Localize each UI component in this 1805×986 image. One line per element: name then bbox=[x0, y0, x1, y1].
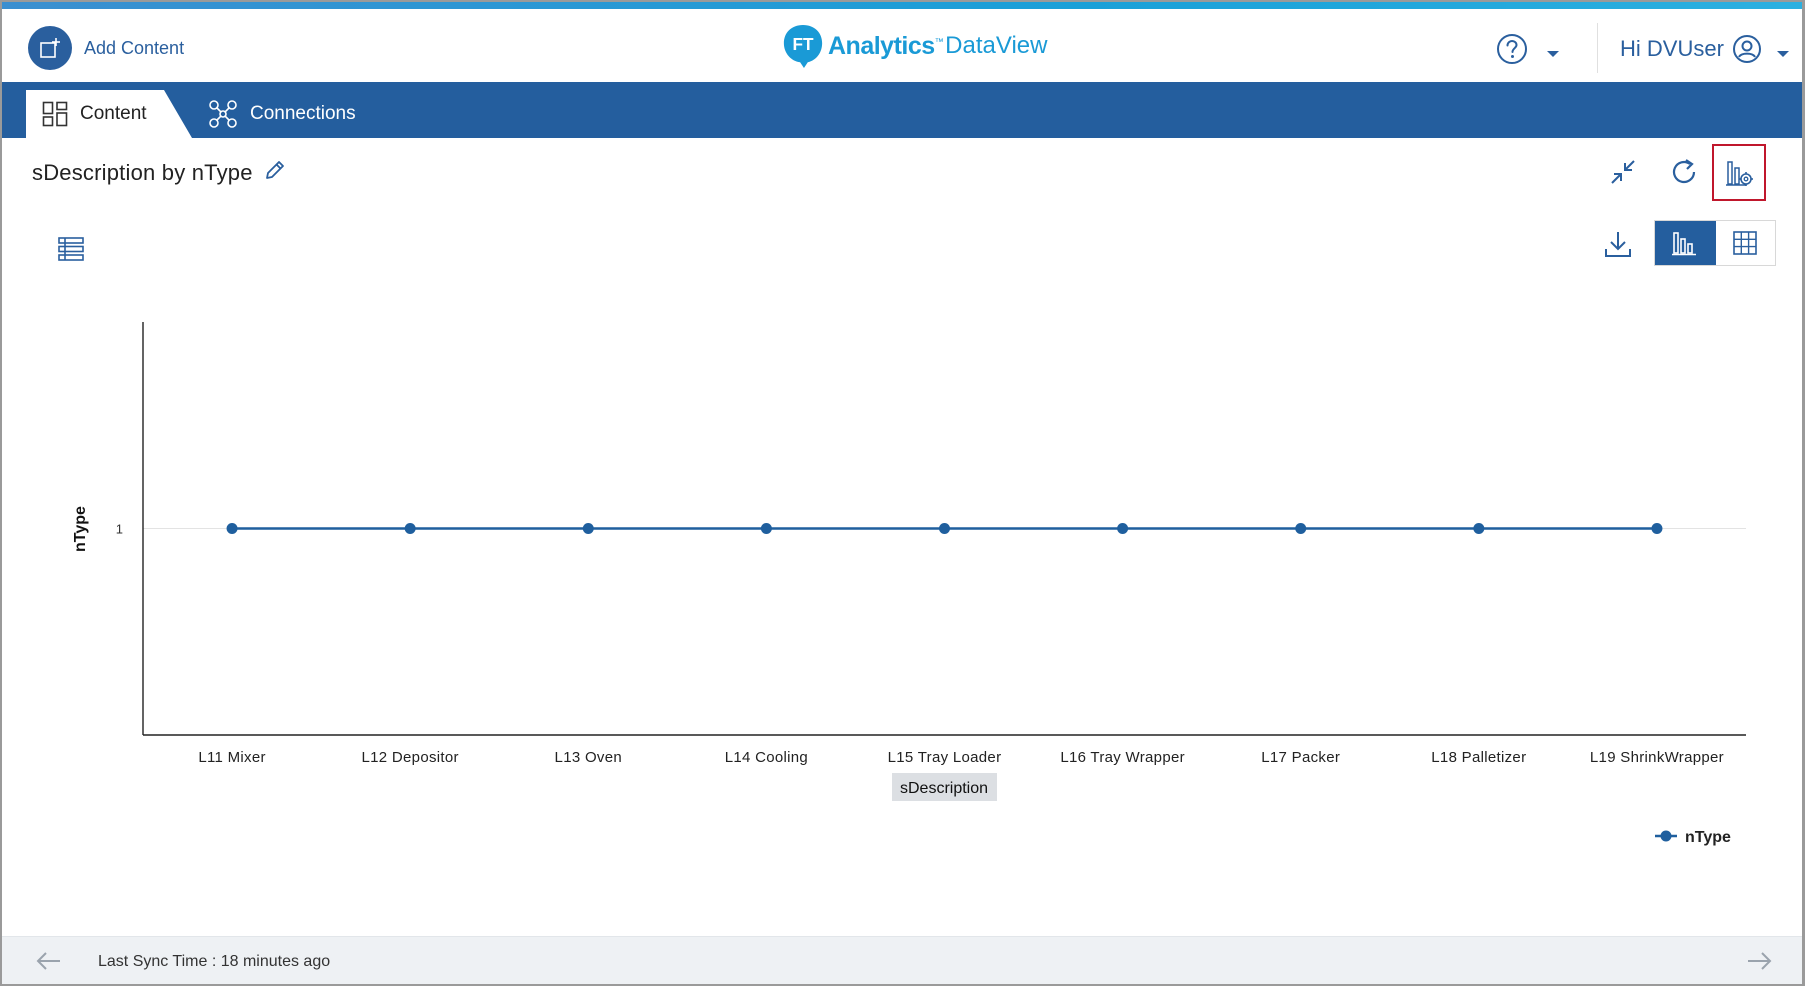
chart-legend[interactable]: nType bbox=[1655, 829, 1731, 846]
data-point bbox=[1117, 523, 1129, 534]
ft-logo-icon: FT bbox=[783, 24, 823, 68]
header-divider bbox=[1597, 23, 1598, 73]
refresh-icon[interactable] bbox=[1666, 154, 1702, 190]
help-chevron-down-icon[interactable] bbox=[1546, 45, 1560, 63]
logo-product: DataView bbox=[945, 32, 1048, 59]
bar-chart-icon bbox=[1672, 232, 1697, 256]
field-list-icon[interactable] bbox=[56, 234, 86, 264]
x-tick-label: L19 ShrinkWrapper bbox=[1590, 749, 1724, 766]
x-tick-label: L12 Depositor bbox=[362, 749, 459, 766]
grid-icon bbox=[1733, 231, 1758, 255]
user-avatar-icon bbox=[1732, 35, 1761, 63]
x-tick-label: L18 Palletizer bbox=[1431, 749, 1526, 766]
tab-connections[interactable]: Connections bbox=[208, 90, 356, 138]
legend-swatch-marker bbox=[1660, 830, 1672, 842]
data-point bbox=[1295, 523, 1307, 534]
app-window: Add Content FT Analytics™ DataView Hi DV… bbox=[0, 0, 1805, 986]
x-tick-label: L11 Mixer bbox=[198, 749, 265, 766]
data-point bbox=[1473, 523, 1485, 534]
top-accent-bar bbox=[2, 2, 1802, 9]
x-tick-label: L14 Cooling bbox=[725, 749, 808, 766]
tab-connections-label: Connections bbox=[250, 103, 356, 124]
user-greeting: Hi DVUser bbox=[1620, 36, 1724, 61]
table-view-button[interactable] bbox=[1715, 221, 1775, 265]
chart-settings-icon bbox=[1726, 160, 1753, 186]
data-point bbox=[404, 523, 416, 534]
x-tick-label: L16 Tray Wrapper bbox=[1060, 749, 1185, 766]
tab-content[interactable]: Content bbox=[26, 90, 192, 138]
app-header: Add Content FT Analytics™ DataView Hi DV… bbox=[2, 9, 1802, 82]
add-content-icon bbox=[28, 26, 72, 70]
footer-bar: Last Sync Time : 18 minutes ago bbox=[2, 936, 1802, 984]
arrow-right-icon[interactable] bbox=[1746, 951, 1772, 976]
ft-analytics-logo: FT Analytics™ DataView bbox=[782, 21, 1047, 71]
collapse-icon[interactable] bbox=[1608, 154, 1638, 190]
user-menu[interactable]: Hi DVUser bbox=[1620, 31, 1762, 67]
page-title: sDescription by nType bbox=[32, 159, 253, 185]
data-point bbox=[582, 523, 594, 534]
x-tick-label: L15 Tray Loader bbox=[888, 749, 1002, 766]
chart-settings-button[interactable] bbox=[1712, 144, 1766, 201]
last-sync-time: Last Sync Time : 18 minutes ago bbox=[98, 953, 331, 970]
x-axis-label: sDescription bbox=[900, 780, 988, 797]
x-tick-label: L13 Oven bbox=[555, 749, 622, 766]
logo-brand: Analytics™ bbox=[828, 31, 944, 60]
x-tick-label: L17 Packer bbox=[1261, 749, 1340, 766]
y-axis-label: nType bbox=[72, 506, 89, 552]
legend-label: nType bbox=[1685, 829, 1731, 846]
chart-view-button[interactable] bbox=[1655, 221, 1716, 265]
logo-mark: FT bbox=[792, 34, 814, 54]
data-point bbox=[939, 523, 950, 534]
add-content-button[interactable]: Add Content bbox=[28, 26, 184, 70]
dashboard-icon bbox=[42, 101, 68, 127]
add-content-label: Add Content bbox=[84, 37, 185, 58]
view-toggle bbox=[1654, 220, 1776, 266]
tab-content-label: Content bbox=[80, 103, 147, 124]
y-tick-label: 1 bbox=[116, 522, 123, 537]
line-chart: nType 1 L11 Mixer L12 Depositor L13 Oven L1… bbox=[72, 322, 1746, 846]
content-title-row: sDescription by nType bbox=[32, 158, 287, 187]
data-point bbox=[760, 523, 772, 534]
connections-icon bbox=[209, 100, 237, 128]
user-chevron-down-icon[interactable] bbox=[1776, 45, 1790, 63]
help-icon[interactable] bbox=[1496, 33, 1528, 65]
pencil-icon[interactable] bbox=[263, 158, 287, 187]
download-icon[interactable] bbox=[1600, 226, 1636, 262]
data-point bbox=[226, 523, 238, 534]
arrow-left-icon[interactable] bbox=[36, 951, 62, 976]
main-tab-bar: Content Connections bbox=[2, 82, 1802, 138]
data-point bbox=[1651, 523, 1663, 534]
